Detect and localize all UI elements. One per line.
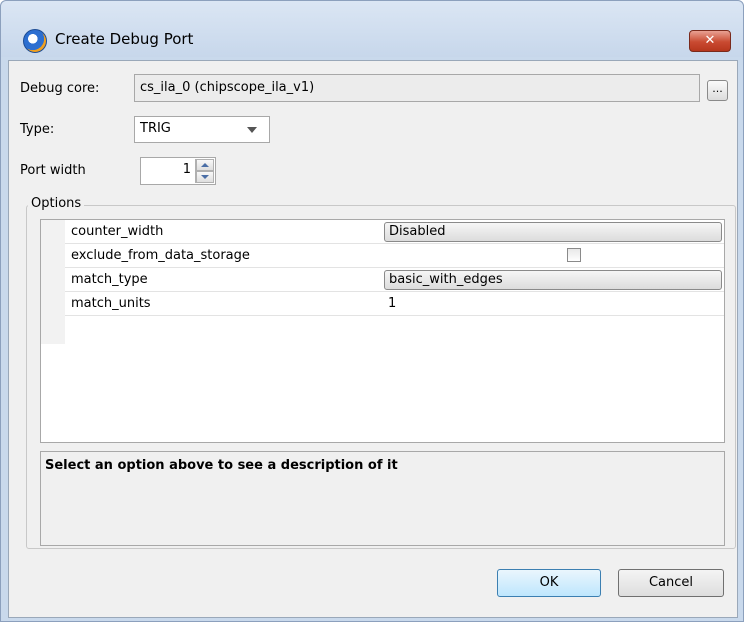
- ellipsis-icon: ...: [712, 82, 723, 95]
- debug-core-label: Debug core:: [20, 81, 100, 96]
- table-row-gutter: [41, 220, 65, 344]
- close-button[interactable]: ✕: [689, 30, 731, 52]
- cancel-button[interactable]: Cancel: [618, 569, 724, 597]
- description-panel: Select an option above to see a descript…: [40, 451, 725, 546]
- option-name: exclude_from_data_storage: [71, 248, 250, 263]
- title-bar: Create Debug Port ✕: [1, 1, 743, 57]
- chevron-down-icon: [247, 127, 257, 133]
- option-value-button[interactable]: basic_with_edges: [384, 270, 722, 290]
- option-name: counter_width: [71, 224, 164, 239]
- checkbox-icon[interactable]: [567, 248, 581, 262]
- spin-up-icon[interactable]: [196, 159, 214, 171]
- option-row-match-units[interactable]: match_units 1: [65, 292, 724, 316]
- window-title: Create Debug Port: [55, 30, 194, 48]
- port-width-value[interactable]: 1: [183, 162, 191, 177]
- options-group-title: Options: [28, 196, 85, 211]
- options-table: counter_width Disabled exclude_from_data…: [40, 219, 725, 443]
- option-row-exclude-from-data-storage[interactable]: exclude_from_data_storage: [65, 244, 724, 268]
- debug-core-field[interactable]: cs_ila_0 (chipscope_ila_v1): [134, 74, 700, 102]
- browse-button[interactable]: ...: [707, 80, 728, 101]
- option-row-match-type[interactable]: match_type basic_with_edges: [65, 268, 724, 292]
- option-name: match_type: [71, 272, 148, 287]
- port-width-label: Port width: [20, 163, 86, 178]
- type-dropdown-value: TRIG: [140, 121, 171, 136]
- spin-down-icon[interactable]: [196, 171, 214, 183]
- type-label: Type:: [20, 122, 55, 137]
- close-icon: ✕: [704, 33, 716, 48]
- description-text: Select an option above to see a descript…: [45, 458, 398, 473]
- app-icon: [23, 29, 47, 53]
- ok-button[interactable]: OK: [497, 569, 601, 597]
- option-value-text[interactable]: 1: [388, 296, 396, 311]
- option-row-counter-width[interactable]: counter_width Disabled: [65, 220, 724, 244]
- option-name: match_units: [71, 296, 151, 311]
- type-dropdown[interactable]: TRIG: [134, 116, 270, 143]
- option-value-button[interactable]: Disabled: [384, 222, 722, 242]
- spinner-buttons: [195, 159, 214, 183]
- port-width-spinner[interactable]: 1: [140, 157, 216, 185]
